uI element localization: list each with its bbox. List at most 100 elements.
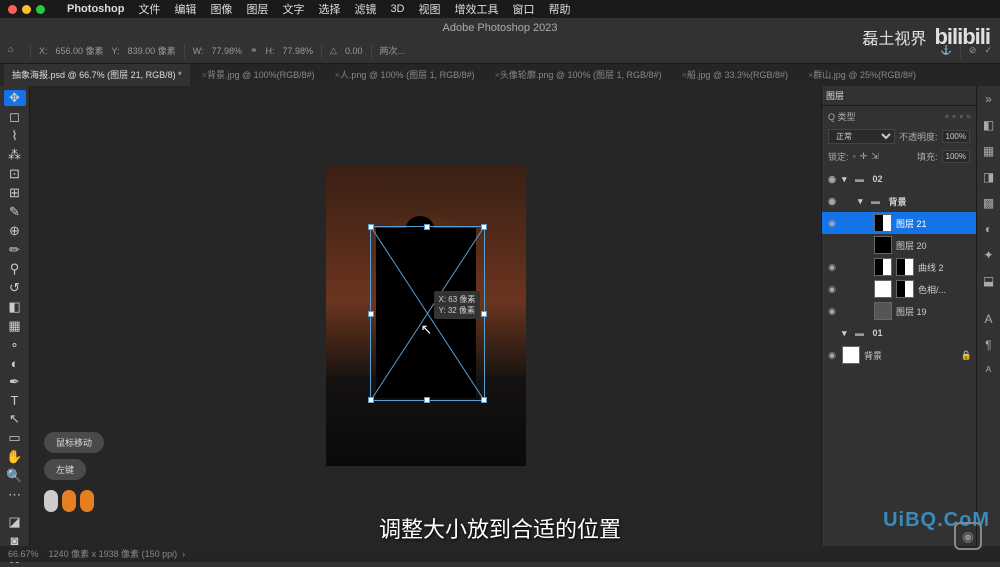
wand-tool-icon[interactable]: ⁂ <box>4 147 26 163</box>
layer-row[interactable]: ◉▾▬02 <box>822 168 976 190</box>
menu-layer[interactable]: 图层 <box>246 1 268 17</box>
lasso-tool-icon[interactable]: ⌇ <box>4 128 26 144</box>
shape-tool-icon[interactable]: ▭ <box>4 430 26 446</box>
menu-select[interactable]: 选择 <box>318 1 340 17</box>
opt-angle-value[interactable]: 0.00 <box>345 46 363 56</box>
opt-x-value[interactable]: 656.00 像素 <box>56 44 104 57</box>
move-tool-icon[interactable]: ✥ <box>4 90 26 106</box>
filter-icon[interactable]: ▫ <box>960 111 963 121</box>
visibility-icon[interactable]: ◉ <box>826 306 838 317</box>
glyphs-panel-icon[interactable]: ᴬ <box>980 362 998 380</box>
menu-help[interactable]: 帮助 <box>549 1 571 17</box>
opacity-value[interactable]: 100% <box>942 130 970 143</box>
opt-w-value[interactable]: 77.98% <box>211 46 242 56</box>
visibility-icon[interactable]: ◉ <box>826 284 838 295</box>
libraries-panel-icon[interactable]: ⬓ <box>980 272 998 290</box>
history-brush-icon[interactable]: ↺ <box>4 280 26 296</box>
brush-tool-icon[interactable]: ✏ <box>4 242 26 258</box>
collapse-icon[interactable]: » <box>980 90 998 108</box>
more-tools-icon[interactable]: ⋯ <box>4 487 26 503</box>
visibility-icon[interactable]: ◉ <box>826 218 838 229</box>
menu-view[interactable]: 视图 <box>419 1 441 17</box>
transform-handle[interactable] <box>481 224 487 230</box>
layer-row[interactable]: ◉背景🔒 <box>822 344 976 366</box>
blur-tool-icon[interactable]: ∘ <box>4 337 26 353</box>
transform-handle[interactable] <box>368 224 374 230</box>
doc-tab[interactable]: ×群山.jpg @ 25%(RGB/8#) <box>796 64 924 86</box>
maximize-window-icon[interactable] <box>36 5 45 14</box>
styles-panel-icon[interactable]: ✦ <box>980 246 998 264</box>
zoom-level[interactable]: 66.67% <box>8 549 39 559</box>
eraser-tool-icon[interactable]: ◧ <box>4 299 26 315</box>
canvas-area[interactable]: X: 63 像素 Y: 32 像素 ↖ <box>30 86 821 546</box>
dodge-tool-icon[interactable]: ◐ <box>4 356 26 371</box>
patterns-panel-icon[interactable]: ▩ <box>980 194 998 212</box>
close-window-icon[interactable] <box>8 5 17 14</box>
opt-h-value[interactable]: 77.98% <box>283 46 314 56</box>
blend-mode-select[interactable]: 正常 <box>828 129 895 144</box>
home-icon[interactable]: ⌂ <box>8 44 22 58</box>
pen-tool-icon[interactable]: ✒ <box>4 374 26 390</box>
type-tool-icon[interactable]: T <box>4 393 26 408</box>
link-icon[interactable]: ⚭ <box>250 45 258 56</box>
layer-row[interactable]: ◉图层 19 <box>822 300 976 322</box>
transform-handle[interactable] <box>481 311 487 317</box>
minimize-window-icon[interactable] <box>22 5 31 14</box>
gradients-panel-icon[interactable]: ◨ <box>980 168 998 186</box>
frame-tool-icon[interactable]: ⊞ <box>4 185 26 201</box>
chevron-down-icon[interactable]: ▾ <box>842 328 847 339</box>
adjustments-panel-icon[interactable]: ◐ <box>980 220 998 238</box>
layer-row[interactable]: 图层 20 <box>822 234 976 256</box>
eyedropper-tool-icon[interactable]: ✎ <box>4 204 26 220</box>
transform-handle[interactable] <box>424 224 430 230</box>
filter-icon[interactable]: ▫ <box>967 111 970 121</box>
menu-3d[interactable]: 3D <box>390 3 404 15</box>
doc-tab-active[interactable]: 抽象海报.psd @ 66.7% (图层 21, RGB/8) * <box>4 64 190 86</box>
stamp-tool-icon[interactable]: ⚲ <box>4 261 26 277</box>
transform-handle[interactable] <box>368 397 374 403</box>
visibility-icon[interactable]: ◉ <box>826 262 838 273</box>
color-panel-icon[interactable]: ◧ <box>980 116 998 134</box>
menu-edit[interactable]: 编辑 <box>174 1 196 17</box>
visibility-icon[interactable]: ◉ <box>826 196 838 207</box>
visibility-icon[interactable]: ◉ <box>826 174 838 185</box>
char-panel-icon[interactable]: A <box>980 310 998 328</box>
menu-filter[interactable]: 滤镜 <box>354 1 376 17</box>
menu-type[interactable]: 文字 <box>282 1 304 17</box>
menu-window[interactable]: 窗口 <box>513 1 535 17</box>
crop-tool-icon[interactable]: ⊡ <box>4 166 26 182</box>
menu-plugins[interactable]: 增效工具 <box>455 1 499 17</box>
panel-tab-layers[interactable]: 图层 <box>826 89 844 102</box>
doc-tab[interactable]: ×背景.jpg @ 100%(RGB/8#) <box>190 64 323 86</box>
fill-value[interactable]: 100% <box>942 150 970 163</box>
hand-tool-icon[interactable]: ✋ <box>4 449 26 465</box>
transform-handle[interactable] <box>368 311 374 317</box>
visibility-icon[interactable]: ◉ <box>826 350 838 361</box>
swatches-panel-icon[interactable]: ▦ <box>980 142 998 160</box>
app-name[interactable]: Photoshop <box>67 3 124 15</box>
layer-row[interactable]: ◉曲线 2 <box>822 256 976 278</box>
lock-icon[interactable]: ⇲ <box>871 151 879 162</box>
filter-icon[interactable]: ▫ <box>952 111 955 121</box>
lock-icon[interactable]: ▫ <box>853 151 856 161</box>
menu-image[interactable]: 图像 <box>210 1 232 17</box>
transform-handle[interactable] <box>481 397 487 403</box>
path-tool-icon[interactable]: ↖ <box>4 411 26 427</box>
doc-tab[interactable]: ×人.png @ 100% (图层 1, RGB/8#) <box>323 64 483 86</box>
layer-row[interactable]: ◉▾▬背景 <box>822 190 976 212</box>
doc-tab[interactable]: ×头像轮廓.png @ 100% (图层 1, RGB/8#) <box>483 64 670 86</box>
layer-row[interactable]: ◉图层 21 <box>822 212 976 234</box>
doc-tab[interactable]: ×船.jpg @ 33.3%(RGB/8#) <box>670 64 796 86</box>
chevron-down-icon[interactable]: ▾ <box>858 196 863 207</box>
opt-y-value[interactable]: 839.00 像素 <box>128 44 176 57</box>
marquee-tool-icon[interactable]: ◻ <box>4 109 26 125</box>
layer-row[interactable]: ▾▬01 <box>822 322 976 344</box>
para-panel-icon[interactable]: ¶ <box>980 336 998 354</box>
menu-file[interactable]: 文件 <box>138 1 160 17</box>
interpolation-dropdown[interactable]: 两次... <box>380 44 406 57</box>
layer-row[interactable]: ◉色相/... <box>822 278 976 300</box>
color-swatch-icon[interactable]: ◪ <box>4 514 26 530</box>
layer-kind-filter[interactable]: Q 类型 <box>828 110 856 123</box>
heal-tool-icon[interactable]: ⊕ <box>4 223 26 239</box>
zoom-tool-icon[interactable]: 🔍 <box>4 468 26 484</box>
